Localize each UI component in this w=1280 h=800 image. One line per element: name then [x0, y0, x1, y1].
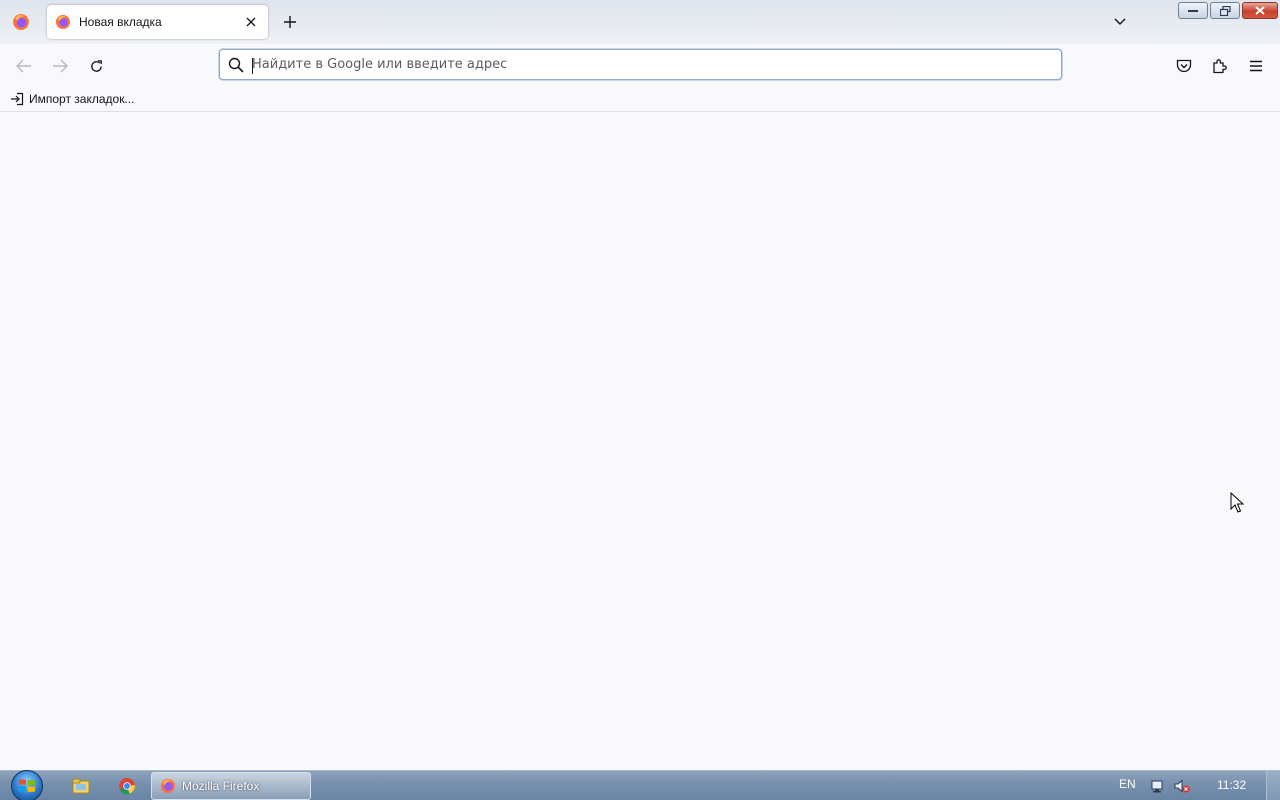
reload-button[interactable] [82, 52, 110, 80]
text-caret [252, 58, 253, 74]
chrome-icon [119, 778, 135, 794]
window-controls [1178, 2, 1278, 19]
taskbar-task-label: Mozilla Firefox [182, 779, 260, 793]
close-icon [246, 17, 256, 27]
restore-icon [1219, 5, 1231, 16]
close-window-button[interactable] [1242, 2, 1278, 19]
page-content [0, 113, 1280, 770]
minimize-icon [1188, 9, 1198, 12]
chevron-down-icon [1114, 18, 1126, 25]
tab-close-button[interactable] [242, 13, 260, 31]
new-tab-button[interactable] [278, 10, 302, 34]
clock[interactable]: 11:32 [1217, 778, 1246, 792]
tab-strip: Новая вкладка [0, 0, 1280, 44]
list-all-tabs-button[interactable] [1108, 10, 1132, 34]
bookmarks-toolbar: Импорт закладок... [0, 86, 1280, 112]
show-desktop-button[interactable] [1266, 771, 1280, 800]
url-bar[interactable] [219, 49, 1062, 80]
back-button[interactable] [10, 52, 38, 80]
import-icon [11, 92, 24, 106]
plus-icon [284, 16, 296, 28]
extensions-icon [1213, 59, 1227, 74]
navigation-toolbar [0, 44, 1280, 86]
forward-icon [53, 59, 68, 73]
forward-button[interactable] [46, 52, 74, 80]
url-input[interactable] [252, 57, 1061, 72]
pocket-icon [1176, 59, 1192, 72]
start-button[interactable] [8, 769, 46, 800]
taskbar: Mozilla Firefox EN 11:32 [0, 770, 1280, 800]
taskbar-explorer-button[interactable] [61, 774, 101, 798]
taskbar-chrome-button[interactable] [107, 774, 147, 798]
volume-muted-icon[interactable] [1174, 778, 1190, 794]
menu-icon [1250, 60, 1262, 72]
network-icon[interactable] [1150, 778, 1166, 794]
search-icon [228, 57, 244, 73]
taskbar-task-firefox[interactable]: Mozilla Firefox [151, 772, 311, 800]
reload-icon [90, 59, 102, 72]
tab-new-tab[interactable]: Новая вкладка [47, 5, 268, 39]
explorer-icon [72, 778, 90, 794]
firefox-view-button[interactable] [0, 0, 42, 44]
import-bookmarks-button[interactable]: Импорт закладок... [10, 90, 134, 108]
extensions-button[interactable] [1206, 52, 1234, 80]
app-menu-button[interactable] [1242, 52, 1270, 80]
firefox-icon [161, 779, 175, 793]
restore-button[interactable] [1210, 2, 1240, 19]
firefox-icon [55, 14, 71, 30]
import-bookmarks-label: Импорт закладок... [29, 92, 135, 106]
mouse-cursor-icon [1230, 491, 1245, 516]
back-icon [16, 59, 31, 73]
minimize-button[interactable] [1178, 2, 1208, 19]
tab-title: Новая вкладка [79, 15, 162, 29]
language-indicator[interactable]: EN [1119, 777, 1136, 791]
pocket-button[interactable] [1170, 52, 1198, 80]
close-icon [1255, 6, 1265, 15]
firefox-icon [13, 14, 29, 30]
windows-logo-icon [11, 770, 43, 800]
